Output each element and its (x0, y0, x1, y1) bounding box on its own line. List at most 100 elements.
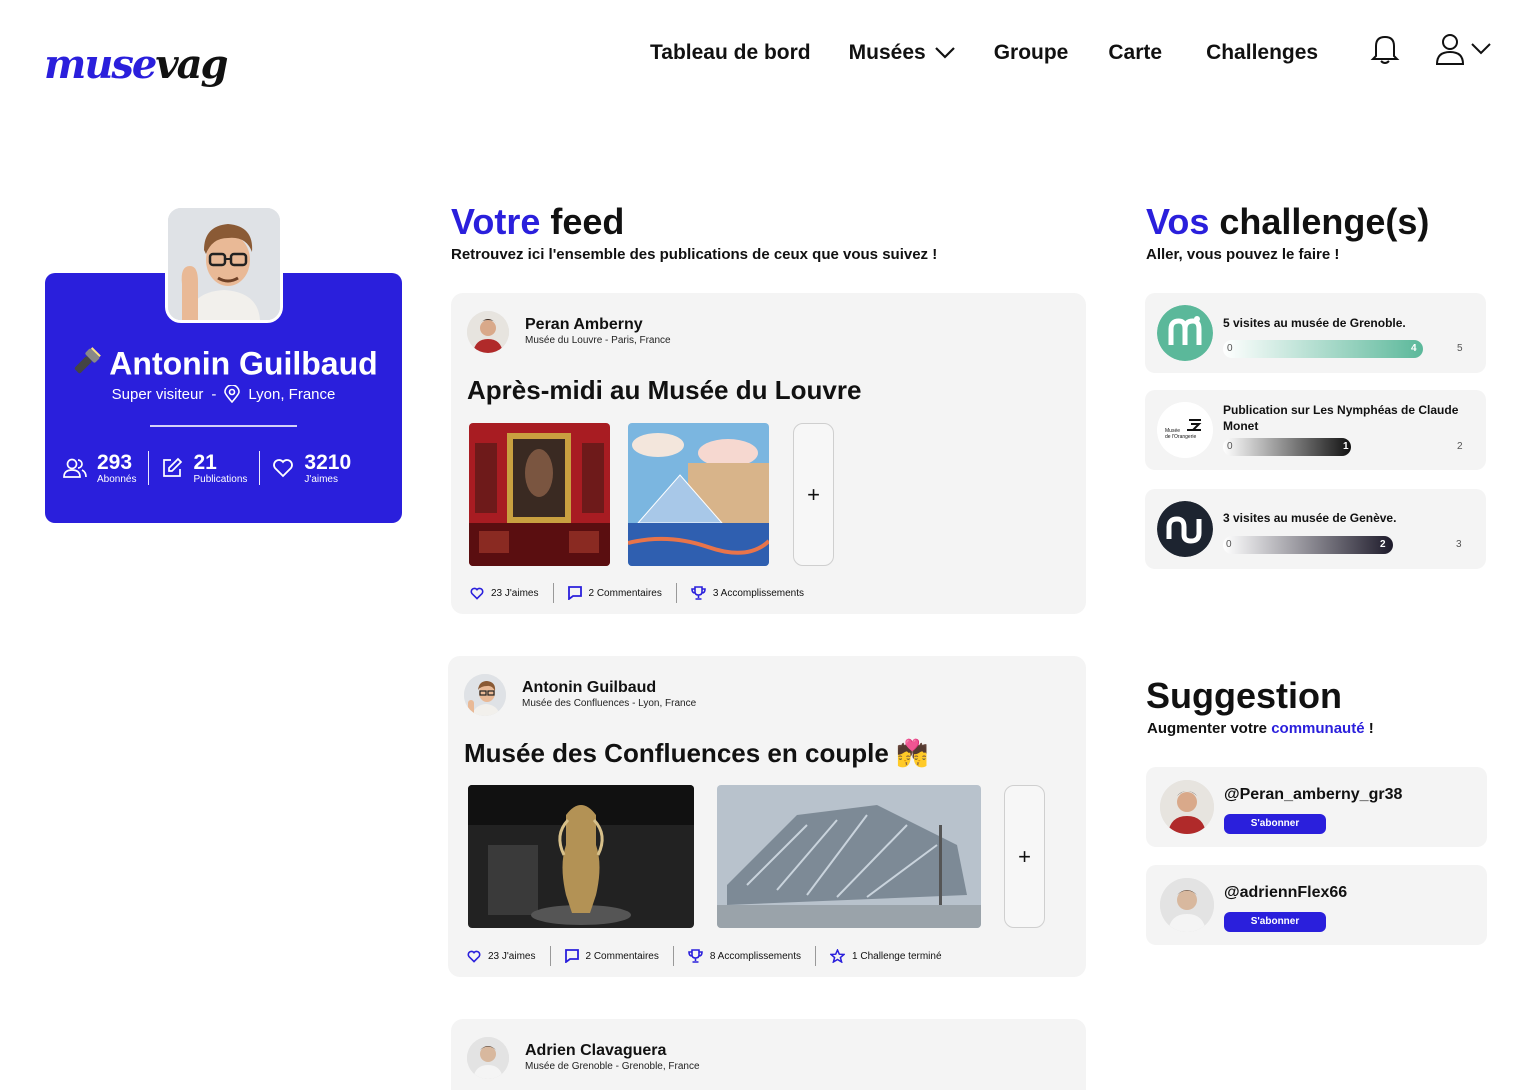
post-author-avatar[interactable] (467, 311, 509, 353)
post-author-avatar[interactable] (467, 1037, 509, 1079)
post-place: Musée du Louvre - Paris, France (525, 335, 671, 346)
stat-value: 21 (193, 450, 217, 474)
chevron-down-icon (934, 47, 955, 59)
post-actions: 23 J'aimes 2 Commentaires 8 Accomplissem… (467, 946, 942, 966)
nav-label: Groupe (993, 41, 1069, 64)
nav-tableau-de-bord[interactable]: Tableau de bord (650, 41, 811, 65)
stat-value: 3210 (304, 450, 352, 474)
stat-publications[interactable]: 21 Publications (161, 450, 247, 485)
challenge-start: 0 (1227, 441, 1233, 452)
heart-icon (273, 459, 294, 478)
challenge-current: 1 (1343, 441, 1349, 452)
heart-icon (467, 950, 481, 963)
feed-title: Votre feed (451, 201, 624, 243)
profile-name: Antonin Guilbaud (109, 345, 378, 382)
comment-icon (567, 586, 582, 600)
post-place: Musée des Confluences - Lyon, France (522, 698, 697, 709)
subscribe-button[interactable]: S'abonner (1224, 912, 1326, 932)
nav-challenges[interactable]: Challenges (1206, 41, 1318, 65)
challenge-progress-bar (1223, 536, 1393, 554)
profile-separator: - (211, 385, 217, 403)
bell-icon[interactable] (1368, 32, 1402, 66)
profile-sub: Super visiteur - Lyon, France (45, 385, 402, 403)
divider (150, 425, 297, 427)
action-divider (675, 583, 677, 603)
challenge-card[interactable]: 3 visites au musée de Genève. 0 2 3 (1145, 489, 1486, 569)
achievement-action[interactable]: 8 Accomplissements (688, 949, 801, 963)
challenge-text: 3 visites au musée de Genève. (1223, 511, 1397, 525)
nav-groupe[interactable]: Groupe (994, 41, 1069, 65)
musevag-logo[interactable]: musevag (44, 40, 229, 90)
post-actions: 23 J'aimes 2 Commentaires 3 Accomplissem… (470, 583, 804, 603)
comment-icon (564, 949, 579, 963)
suggestion-card: @Peran_amberny_gr38 S'abonner (1146, 767, 1487, 847)
stat-likes[interactable]: 3210 J'aimes (272, 450, 352, 485)
post-author[interactable]: Antonin Guilbaud (522, 679, 656, 697)
profile-title: Super visiteur (111, 385, 204, 403)
comment-action[interactable]: 2 Commentaires (567, 586, 662, 600)
nav-carte[interactable]: Carte (1108, 41, 1162, 65)
chevron-down-icon (1471, 43, 1491, 55)
challenge-start: 0 (1227, 343, 1233, 354)
challenges-subtitle: Aller, vous pouvez le faire ! (1146, 246, 1340, 263)
suggestion-handle[interactable]: @Peran_amberny_gr38 (1224, 786, 1402, 804)
post-author[interactable]: Peran Amberny (525, 316, 643, 334)
challenges-title: Vos challenge(s) (1146, 201, 1429, 243)
action-divider (552, 583, 554, 603)
profile-name-row: Antonin Guilbaud (45, 345, 402, 387)
likes-count: 23 J'aimes (491, 587, 539, 599)
likes-count: 23 J'aimes (488, 950, 536, 962)
like-action[interactable]: 23 J'aimes (467, 950, 536, 963)
heart-icon (470, 587, 484, 600)
challenges-title-highlight: Vos (1146, 201, 1210, 242)
challenge-current: 4 (1411, 343, 1417, 354)
add-more-button[interactable]: + (793, 423, 834, 566)
profile-stats: 293 Abonnés 21 Publications 3210 J'aimes (63, 451, 384, 485)
post-image[interactable] (628, 423, 769, 566)
challenge-text: Publication sur Les Nymphéas de Claude M… (1223, 403, 1459, 433)
subscribe-button[interactable]: S'abonner (1224, 814, 1326, 834)
post-author-avatar[interactable] (464, 674, 506, 716)
profile-location: Lyon, France (248, 385, 336, 403)
nav-musees[interactable]: Musées (849, 41, 956, 65)
achievement-action[interactable]: 3 Accomplissements (691, 586, 804, 600)
challenge-progress-bar (1223, 438, 1351, 456)
profile-avatar[interactable] (165, 205, 283, 323)
feed-title-highlight: Votre (451, 201, 541, 242)
user-menu[interactable] (1434, 32, 1494, 66)
svg-text:de l'Orangerie: de l'Orangerie (1165, 434, 1196, 440)
main-nav: Tableau de bord Musées Groupe Carte Chal… (650, 38, 1318, 68)
challenge-progress-bar (1223, 340, 1423, 358)
feed-subtitle: Retrouvez ici l'ensemble des publication… (451, 246, 938, 263)
challenge-card[interactable]: 5 visites au musée de Grenoble. 0 4 5 (1145, 293, 1486, 373)
trophy-icon (688, 949, 703, 963)
add-more-button[interactable]: + (1004, 785, 1045, 928)
action-divider (672, 946, 674, 966)
challenge-action[interactable]: 1 Challenge terminé (830, 949, 942, 963)
subtitle-pre: Augmenter votre (1147, 720, 1272, 737)
suggestion-handle[interactable]: @adriennFlex66 (1224, 884, 1347, 902)
post-author[interactable]: Adrien Clavaguera (525, 1042, 666, 1060)
stat-label: Abonnés (97, 473, 137, 485)
post-title[interactable]: Après-midi au Musée du Louvre (467, 375, 861, 406)
post-image[interactable] (468, 785, 694, 928)
nav-label: Challenges (1206, 41, 1319, 64)
nav-label: Tableau de bord (650, 41, 811, 64)
suggestion-avatar[interactable] (1160, 780, 1214, 834)
like-action[interactable]: 23 J'aimes (470, 587, 539, 600)
challenges-count: 1 Challenge terminé (852, 950, 942, 962)
post-title[interactable]: Musée des Confluences en couple 💏 (464, 738, 928, 769)
stat-divider (259, 451, 261, 485)
subtitle-highlight: communauté (1271, 720, 1365, 737)
challenge-current: 2 (1380, 539, 1386, 550)
stat-followers[interactable]: 293 Abonnés (63, 450, 137, 485)
comment-action[interactable]: 2 Commentaires (564, 949, 659, 963)
stat-value: 293 (97, 450, 133, 474)
stat-divider (148, 451, 150, 485)
post-image[interactable] (469, 423, 610, 566)
challenge-card[interactable]: Musée de l'Orangerie Publication sur Les … (1145, 390, 1486, 470)
suggestion-avatar[interactable] (1160, 878, 1214, 932)
location-pin-icon (224, 385, 241, 403)
post-image[interactable] (717, 785, 981, 928)
challenge-goal: 2 (1457, 441, 1463, 452)
